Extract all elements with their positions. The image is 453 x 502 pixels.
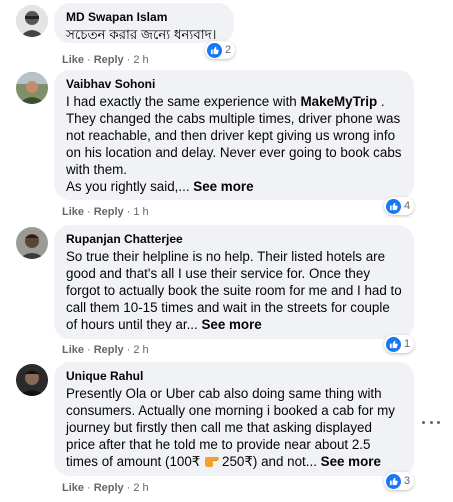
comment-text: So true their helpline is no help. Their…: [66, 249, 402, 332]
thumbs-up-icon: [386, 336, 401, 352]
comment-text: Presently Ola or Uber cab also doing sam…: [66, 385, 402, 472]
like-link[interactable]: Like: [62, 206, 84, 218]
pointing-right-emoji-icon: [204, 454, 220, 472]
reply-link[interactable]: Reply: [94, 54, 124, 66]
avatar[interactable]: [16, 5, 48, 37]
thumbs-up-icon: [207, 42, 222, 58]
comment-actions: Like · Reply · 2 h: [62, 54, 149, 66]
mentioned-brand[interactable]: MakeMyTrip: [300, 94, 377, 109]
comment-text: সচেতন করার জন্যে ধন্যবাদ।: [66, 27, 217, 42]
reply-link[interactable]: Reply: [94, 206, 124, 218]
like-link[interactable]: Like: [62, 482, 84, 494]
reaction-count: 3: [404, 475, 411, 487]
reaction-count-badge[interactable]: 1: [384, 335, 415, 353]
comment-text: I had exactly the same experience with M…: [66, 94, 402, 194]
avatar[interactable]: [16, 72, 48, 104]
reply-link[interactable]: Reply: [94, 344, 124, 356]
comment-author[interactable]: Vaibhav Sohoni: [66, 76, 402, 92]
comment-bubble: Vaibhav Sohoni I had exactly the same ex…: [54, 70, 414, 200]
thumbs-up-icon: [386, 473, 401, 489]
see-more-link[interactable]: See more: [321, 454, 381, 469]
comment-author[interactable]: MD Swapan Islam: [66, 9, 222, 25]
timestamp[interactable]: 1 h: [133, 206, 148, 218]
see-more-link[interactable]: See more: [193, 179, 253, 194]
like-link[interactable]: Like: [62, 344, 84, 356]
comment-bubble: MD Swapan Islam সচেতন করার জন্যে ধন্যবাদ…: [54, 3, 234, 43]
comment-bubble: Rupanjan Chatterjee So true their helpli…: [54, 225, 414, 339]
reaction-count-badge[interactable]: 4: [384, 197, 415, 215]
reply-link[interactable]: Reply: [94, 482, 124, 494]
timestamp[interactable]: 2 h: [133, 54, 148, 66]
reaction-count: 1: [404, 338, 411, 350]
thumbs-up-icon: [386, 198, 401, 214]
reaction-count: 4: [404, 200, 411, 212]
reaction-count-badge[interactable]: 3: [384, 472, 415, 490]
avatar[interactable]: [16, 364, 48, 396]
reaction-count: 2: [225, 44, 232, 56]
comment-bubble: Unique Rahul Presently Ola or Uber cab a…: [54, 362, 414, 476]
like-link[interactable]: Like: [62, 54, 84, 66]
timestamp[interactable]: 2 h: [133, 482, 148, 494]
comment-actions: Like · Reply · 1 h: [62, 206, 149, 218]
avatar[interactable]: [16, 227, 48, 259]
comment-author[interactable]: Unique Rahul: [66, 368, 402, 384]
more-options-icon[interactable]: [422, 417, 440, 427]
reaction-count-badge[interactable]: 2: [205, 41, 236, 59]
comment-actions: Like · Reply · 2 h: [62, 482, 149, 494]
comment-author[interactable]: Rupanjan Chatterjee: [66, 231, 402, 247]
comment-actions: Like · Reply · 2 h: [62, 344, 149, 356]
timestamp[interactable]: 2 h: [133, 344, 148, 356]
see-more-link[interactable]: See more: [201, 317, 261, 332]
